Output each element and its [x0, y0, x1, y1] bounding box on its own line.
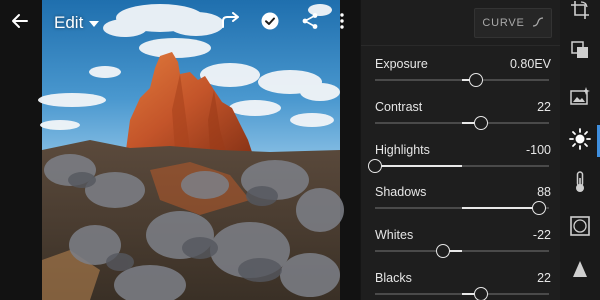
tool-rail: [560, 0, 600, 300]
whites-slider[interactable]: [375, 244, 549, 259]
light-icon: [569, 127, 591, 155]
auto-enhance-icon: [570, 86, 590, 110]
whites-value: -22: [532, 228, 551, 243]
shadows-slider-thumb[interactable]: [531, 201, 546, 216]
checkmark-circle-icon: [261, 12, 279, 35]
adjustment-row-contrast: Contrast 22: [361, 100, 561, 136]
arrow-left-icon: [11, 12, 29, 35]
blacks-slider[interactable]: [375, 287, 549, 300]
effects-button[interactable]: [568, 215, 592, 241]
crop-rotate-button[interactable]: [568, 0, 592, 24]
shadows-slider[interactable]: [375, 201, 549, 216]
blacks-label: Blacks: [375, 271, 412, 285]
whites-slider-thumb[interactable]: [435, 244, 450, 259]
highlights-slider[interactable]: [368, 158, 549, 173]
more-vertical-icon: [340, 12, 344, 34]
adjustment-row-blacks: Blacks 22: [361, 271, 561, 300]
back-button[interactable]: [6, 9, 34, 37]
edit-mode-menu[interactable]: Edit: [54, 11, 100, 35]
shadows-value: 88: [537, 185, 551, 200]
more-options-button[interactable]: [330, 9, 354, 37]
contrast-slider-thumb[interactable]: [474, 115, 489, 130]
shadows-label: Shadows: [375, 185, 427, 200]
blacks-slider-thumb[interactable]: [474, 287, 489, 300]
detail-button[interactable]: [568, 259, 592, 283]
effects-vignette-icon: [570, 215, 590, 241]
presets-icon: [571, 40, 589, 64]
photo-canvas[interactable]: Edit: [0, 0, 360, 300]
curve-button-label: CURVE: [482, 17, 525, 29]
crop-rotate-icon: [570, 0, 590, 25]
exposure-slider-thumb[interactable]: [468, 73, 483, 87]
apply-button[interactable]: [256, 9, 284, 37]
redo-icon: [220, 11, 242, 35]
adjustment-row-exposure: Exposure 0.80EV: [361, 57, 561, 93]
curve-button[interactable]: CURVE: [474, 8, 552, 38]
adjustment-row-shadows: Shadows 88: [361, 185, 561, 221]
highlights-slider-fill: [375, 164, 462, 167]
exposure-slider[interactable]: [375, 73, 549, 87]
share-button[interactable]: [296, 9, 324, 37]
whites-label: Whites: [375, 228, 414, 243]
exposure-value: 0.80EV: [509, 57, 551, 71]
color-temperature-icon: [574, 170, 586, 198]
adjustment-row-whites: Whites -22: [361, 228, 561, 264]
auto-enhance-button[interactable]: [568, 86, 592, 110]
detail-icon: [572, 260, 588, 283]
highlights-value: -100: [525, 142, 551, 157]
redo-button[interactable]: [217, 9, 245, 37]
curve-icon: [532, 14, 544, 32]
presets-button[interactable]: [568, 40, 592, 64]
adjustment-row-highlights: Highlights -100: [361, 143, 561, 179]
contrast-label: Contrast: [375, 99, 423, 114]
highlights-label: Highlights: [375, 142, 430, 157]
shadows-slider-fill: [462, 207, 539, 210]
highlights-slider-thumb[interactable]: [368, 158, 382, 173]
contrast-value: 22: [537, 99, 551, 114]
caret-down-icon: [89, 14, 100, 32]
panel-divider: [361, 45, 561, 46]
color-button[interactable]: [568, 170, 592, 198]
blacks-value: 22: [537, 271, 551, 285]
edit-menu-label: Edit: [54, 13, 84, 32]
contrast-slider[interactable]: [375, 115, 549, 130]
light-button[interactable]: [568, 127, 592, 155]
editor-topbar: Edit: [0, 0, 360, 46]
exposure-label: Exposure: [375, 57, 428, 71]
light-adjustments-panel: CURVE Exposure 0.80EV Contrast 22 Highlights…: [360, 0, 561, 300]
share-icon: [301, 12, 319, 35]
